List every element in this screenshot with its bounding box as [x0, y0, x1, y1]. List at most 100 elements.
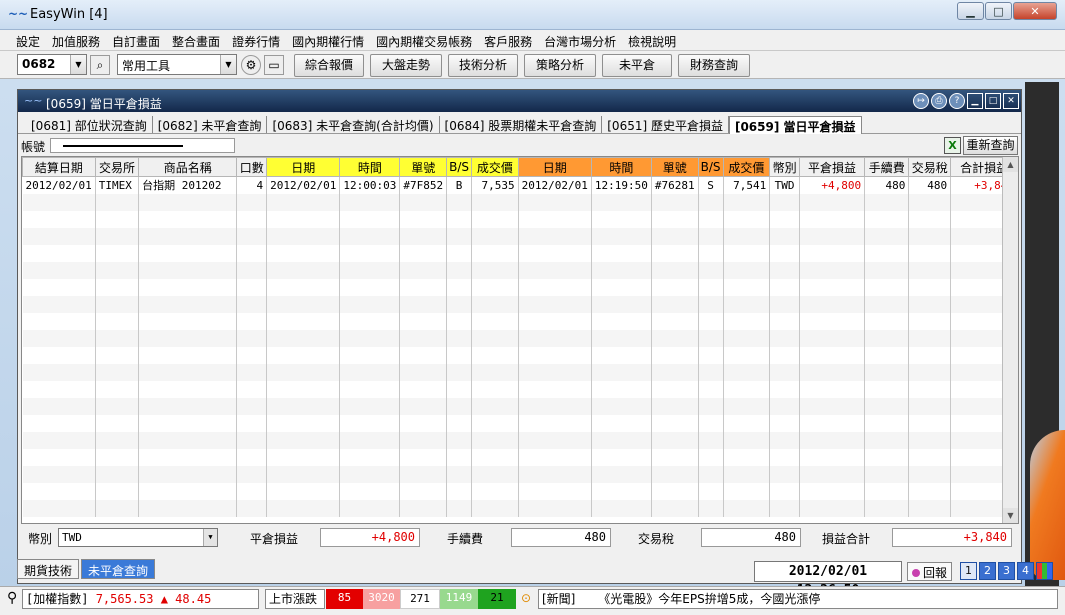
quote-button[interactable]: 綜合報價 — [294, 54, 364, 77]
help-icon[interactable]: ? — [949, 93, 965, 109]
empty-cell — [339, 227, 401, 245]
col-product[interactable]: 商品名稱 — [138, 157, 238, 177]
layout-4-button[interactable]: 4 — [1017, 562, 1034, 580]
empty-cell — [591, 448, 652, 466]
layout-2-button[interactable]: 2 — [979, 562, 996, 580]
col-close-time[interactable]: 時間 — [590, 157, 652, 177]
account-field[interactable] — [50, 138, 235, 153]
currency-select[interactable]: TWD ▼ — [58, 528, 218, 547]
empty-cell — [446, 414, 473, 432]
market-trend-button[interactable]: 大盤走勢 — [370, 54, 442, 77]
empty-row — [22, 448, 1018, 466]
inner-minimize-button[interactable]: ▁ — [967, 93, 983, 109]
empty-cell — [799, 431, 866, 449]
scroll-down-icon[interactable]: ▼ — [1003, 508, 1018, 523]
maximize-button[interactable]: □ — [985, 2, 1012, 20]
empty-cell — [266, 295, 341, 313]
col-close-price[interactable]: 成交價 — [722, 157, 771, 177]
empty-cell — [799, 448, 866, 466]
minimize-button[interactable]: ▁ — [957, 2, 984, 20]
col-close-order[interactable]: 單號 — [650, 157, 699, 177]
excel-export-icon[interactable]: X — [944, 137, 961, 154]
vertical-scrollbar[interactable]: ▲ ▼ — [1002, 157, 1018, 523]
col-open-bs[interactable]: B/S — [446, 157, 473, 177]
inner-close-button[interactable]: ✕ — [1003, 93, 1019, 109]
col-close-pnl[interactable]: 平倉損益 — [798, 157, 866, 177]
table-row[interactable]: 2012/02/01 TIMEX 台指期 201202 4 2012/02/01… — [22, 176, 1018, 194]
menu-custom-screen[interactable]: 自訂畫面 — [106, 30, 166, 50]
col-settle-date[interactable]: 結算日期 — [22, 157, 96, 177]
function-code-select[interactable]: 0682 ▼ — [17, 54, 87, 75]
empty-cell — [591, 210, 652, 228]
tab-0684[interactable]: [0684] 股票期權未平倉查詢 — [440, 116, 603, 133]
col-open-price[interactable]: 成交價 — [471, 157, 519, 177]
technical-analysis-button[interactable]: 技術分析 — [448, 54, 518, 77]
empty-cell — [138, 499, 238, 517]
grid-layout-icon[interactable] — [1036, 562, 1053, 580]
col-fee[interactable]: 手續費 — [864, 157, 910, 177]
empty-cell — [236, 431, 268, 449]
menu-customer-service[interactable]: 客戶服務 — [478, 30, 538, 50]
empty-row — [22, 244, 1018, 262]
empty-cell — [95, 295, 140, 313]
inner-title-bar: ~~ [0659] 當日平倉損益 ↦ ⎙ ? ▁ □ ✕ — [18, 90, 1021, 112]
scroll-up-icon[interactable]: ▲ — [1003, 157, 1018, 172]
empty-cell — [266, 482, 341, 500]
tab-0659[interactable]: [0659] 當日平倉損益 — [728, 116, 862, 134]
empty-cell — [769, 312, 800, 330]
open-position-button[interactable]: 未平倉 — [602, 54, 672, 77]
layout-3-button[interactable]: 3 — [998, 562, 1015, 580]
col-close-date[interactable]: 日期 — [517, 157, 592, 177]
empty-cell — [339, 363, 401, 381]
col-open-date[interactable]: 日期 — [266, 157, 341, 177]
col-open-time[interactable]: 時間 — [339, 157, 401, 177]
chevron-down-icon[interactable]: ▼ — [220, 55, 236, 74]
menu-settings[interactable]: 設定 — [10, 30, 46, 50]
close-button[interactable]: ✕ — [1013, 2, 1057, 20]
index-ticker[interactable]: [加權指數] 7,565.53 ▲ 48.45 — [22, 589, 259, 609]
menu-view-help[interactable]: 檢視說明 — [622, 30, 682, 50]
tab-0681[interactable]: [0681] 部位狀況查詢 — [26, 116, 153, 133]
chevron-down-icon[interactable]: ▼ — [70, 55, 86, 74]
col-open-order[interactable]: 單號 — [399, 157, 448, 177]
empty-cell — [864, 363, 910, 381]
empty-cell — [591, 329, 652, 347]
chevron-down-icon[interactable]: ▼ — [203, 529, 217, 546]
col-exchange[interactable]: 交易所 — [94, 157, 140, 177]
print-icon[interactable]: ⎙ — [931, 93, 947, 109]
menu-securities-quotes[interactable]: 證券行情 — [226, 30, 286, 50]
menu-taiwan-market-analysis[interactable]: 台灣市場分析 — [538, 30, 622, 50]
menu-domestic-futures-accounts[interactable]: 國內期權交易帳務 — [370, 30, 478, 50]
empty-cell — [339, 482, 401, 500]
col-close-bs[interactable]: B/S — [697, 157, 724, 177]
refresh-button[interactable]: 重新查詢 — [963, 136, 1018, 155]
gear-icon[interactable]: ⚙ — [241, 55, 261, 75]
menu-integrated-screen[interactable]: 整合畫面 — [166, 30, 226, 50]
inner-maximize-button[interactable]: □ — [985, 93, 1001, 109]
search-icon[interactable]: ⌕ — [90, 55, 110, 75]
report-button[interactable]: 回報 — [907, 562, 953, 581]
tab-0682[interactable]: [0682] 未平倉查詢 — [153, 116, 268, 133]
financial-query-button[interactable]: 財務查詢 — [678, 54, 750, 77]
strategy-analysis-button[interactable]: 策略分析 — [524, 54, 596, 77]
empty-cell — [236, 499, 268, 517]
empty-cell — [22, 482, 96, 500]
col-tax[interactable]: 交易稅 — [908, 157, 952, 177]
menu-value-added[interactable]: 加值服務 — [46, 30, 106, 50]
tools-select[interactable]: 常用工具 ▼ — [117, 54, 237, 75]
window-icon[interactable]: ▭ — [264, 55, 284, 75]
tab-open-position-query[interactable]: 未平倉查詢 — [81, 559, 156, 579]
layout-1-button[interactable]: 1 — [960, 562, 977, 580]
chevron-down-icon[interactable]: ⊙ — [518, 589, 532, 609]
tab-0651[interactable]: [0651] 歷史平倉損益 — [602, 116, 729, 133]
export-icon[interactable]: ↦ — [913, 93, 929, 109]
tab-0683[interactable]: [0683] 未平倉查詢(合計均價) — [267, 116, 440, 133]
empty-cell — [266, 448, 341, 466]
empty-row — [22, 380, 1018, 398]
col-currency[interactable]: 幣別 — [769, 157, 800, 177]
tab-futures-technical[interactable]: 期貨技術 — [17, 559, 80, 579]
news-ticker[interactable]: [新聞] 《光電股》今年EPS拚增5成，今國光漲停 — [538, 589, 1058, 609]
col-lots[interactable]: 口數 — [236, 157, 268, 177]
empty-cell — [138, 431, 238, 449]
menu-domestic-futures-quotes[interactable]: 國內期權行情 — [286, 30, 370, 50]
